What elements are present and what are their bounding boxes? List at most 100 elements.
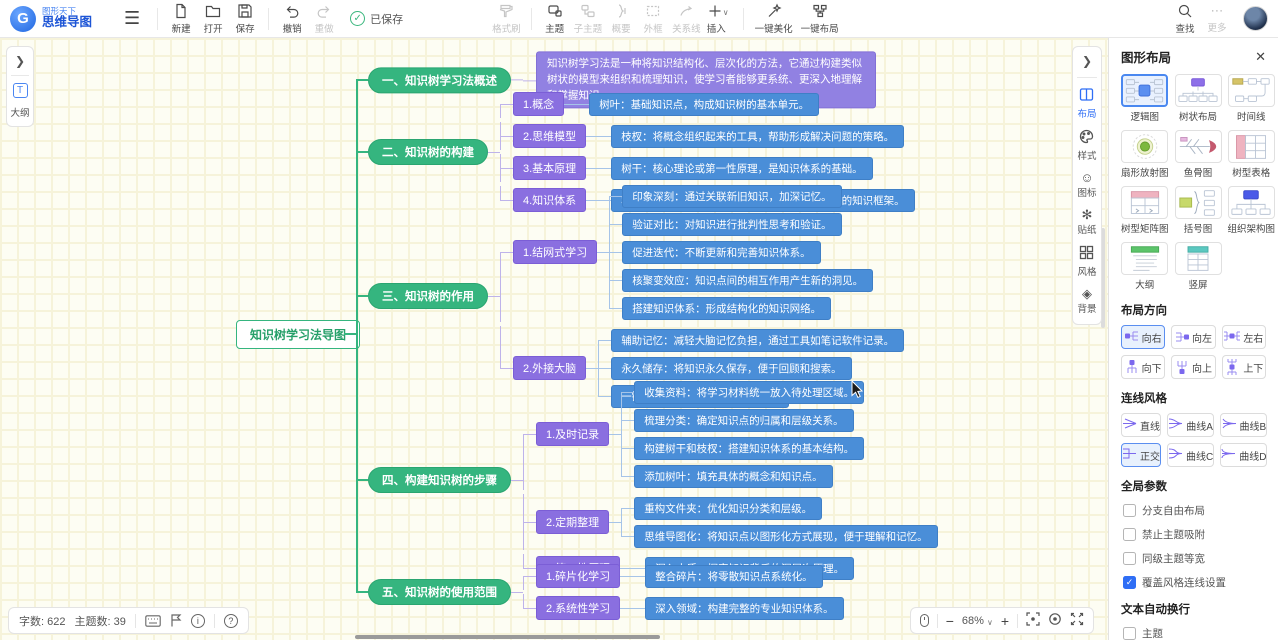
leaf-topic-node[interactable]: 印象深刻：通过关联新旧知识，加深记忆。 (622, 185, 842, 208)
checkbox[interactable] (1123, 504, 1136, 517)
line-straight-button[interactable]: 直线 (1121, 413, 1161, 437)
leaf-topic-node[interactable]: 搭建知识体系：形成结构化的知识网络。 (622, 297, 831, 320)
more-button[interactable]: ⋯ 更多 (1201, 4, 1233, 34)
leaf-topic-node[interactable]: 深入领域：构建完整的专业知识体系。 (645, 597, 844, 620)
checkbox-free-branch-layout[interactable]: 分支自由布局 (1123, 503, 1266, 518)
leaf-topic-node[interactable]: 树叶：基础知识点，构成知识树的基本单元。 (589, 93, 819, 116)
direction-down-button[interactable]: 向下 (1121, 355, 1165, 379)
sub-topic-node[interactable]: 2.思维模型 (513, 124, 586, 148)
layout-option-logic[interactable]: 逻辑图 (1121, 74, 1169, 123)
rail-item-background[interactable]: ◈ 背景 (1077, 287, 1096, 315)
outline-text-icon[interactable]: T (13, 83, 28, 98)
auto-layout-button[interactable]: 一键布局 (797, 3, 843, 35)
checkbox-wrap-topic[interactable]: 主题 (1123, 626, 1266, 640)
layout-option-outline[interactable]: 大纲 (1121, 242, 1169, 291)
beautify-button[interactable]: 一键美化 (751, 3, 797, 35)
leaf-topic-node[interactable]: 促进迭代：不断更新和完善知识体系。 (622, 241, 821, 264)
leaf-topic-node[interactable]: 验证对比：对知识进行批判性思考和验证。 (622, 213, 842, 236)
save-button[interactable]: 保存 (229, 3, 261, 35)
layout-option-tree-table[interactable]: 树型表格 (1228, 130, 1276, 179)
expand-right-icon[interactable]: ❯ (15, 54, 25, 68)
info-icon[interactable]: i (191, 614, 205, 628)
checkbox[interactable] (1123, 552, 1136, 565)
zoom-level[interactable]: 68% (962, 615, 984, 627)
leaf-topic-node[interactable]: 重构文件夹：优化知识分类和层级。 (634, 497, 822, 520)
center-view-icon[interactable] (1048, 612, 1062, 629)
line-curve-a-button[interactable]: 曲线A (1167, 413, 1214, 437)
layout-option-vertical[interactable]: 竖屏 (1175, 242, 1222, 291)
rail-item-icons[interactable]: ☺ 图标 (1077, 171, 1096, 199)
undo-button[interactable]: 撤销 (276, 3, 308, 35)
new-button[interactable]: 新建 (165, 3, 197, 35)
insert-button[interactable]: ∨ 插入 (704, 3, 736, 35)
topic-button[interactable]: 主题 (539, 3, 571, 35)
sub-topic-node[interactable]: 3.基本原理 (513, 156, 586, 180)
direction-left-button[interactable]: 向左 (1171, 325, 1215, 349)
rail-item-stickers[interactable]: ✻ 贴纸 (1077, 208, 1096, 236)
flag-icon[interactable] (170, 614, 182, 627)
leaf-topic-node[interactable]: 辅助记忆：减轻大脑记忆负担，通过工具如笔记软件记录。 (611, 329, 904, 352)
rail-item-theme-style[interactable]: 风格 (1077, 245, 1096, 278)
fit-screen-icon[interactable] (1026, 612, 1040, 629)
keyboard-shortcuts-icon[interactable] (145, 615, 161, 627)
sub-topic-node[interactable]: 1.结网式学习 (513, 240, 597, 264)
leaf-topic-node[interactable]: 核聚变效应：知识点间的相互作用产生新的洞见。 (622, 269, 873, 292)
fullscreen-icon[interactable] (1070, 612, 1084, 629)
relation-line-button[interactable]: 关系线 (669, 3, 704, 35)
search-button[interactable]: 查找 (1169, 3, 1201, 35)
mouse-mode-icon[interactable] (920, 614, 929, 627)
direction-up-button[interactable]: 向上 (1171, 355, 1215, 379)
sub-topic-node[interactable]: 1.及时记录 (536, 422, 609, 446)
line-curve-d-button[interactable]: 曲线D (1220, 443, 1267, 467)
line-orthogonal-button[interactable]: 正交 (1121, 443, 1161, 467)
checkbox[interactable] (1123, 627, 1136, 640)
sub-topic-node[interactable]: 1.概念 (513, 92, 564, 116)
layout-option-orgchart[interactable]: 组织架构图 (1228, 186, 1276, 235)
branch-topic-node[interactable]: 三、知识树的作用 (368, 283, 488, 309)
layout-option-timeline[interactable]: 时间线 (1228, 74, 1276, 123)
layout-option-radial[interactable]: 扇形放射图 (1121, 130, 1169, 179)
checkbox-disable-topic-snap[interactable]: 禁止主题吸附 (1123, 527, 1266, 542)
leaf-topic-node[interactable]: 收集资料：将学习材料统一放入待处理区域。 (634, 381, 864, 404)
sub-topic-node[interactable]: 2.定期整理 (536, 510, 609, 534)
user-avatar[interactable] (1243, 6, 1268, 31)
direction-both-v-button[interactable]: 上下 (1222, 355, 1266, 379)
horizontal-scrollbar[interactable] (355, 635, 660, 639)
checkbox-override-line-style[interactable]: 覆盖风格连线设置 (1123, 575, 1266, 590)
zoom-out-button[interactable]: − (946, 613, 954, 629)
branch-topic-node[interactable]: 五、知识树的使用范围 (368, 579, 511, 605)
leaf-topic-node[interactable]: 构建树干和枝杈：搭建知识体系的基本结构。 (634, 437, 864, 460)
rail-item-layout[interactable]: 布局 (1077, 87, 1096, 120)
leaf-topic-node[interactable]: 枝杈：将概念组织起来的工具，帮助形成解决问题的策略。 (611, 125, 904, 148)
line-curve-b-button[interactable]: 曲线B (1220, 413, 1267, 437)
close-icon[interactable]: ✕ (1255, 49, 1266, 65)
leaf-topic-node[interactable]: 添加树叶：填充具体的概念和知识点。 (634, 465, 833, 488)
layout-option-bracket[interactable]: 括号图 (1175, 186, 1222, 235)
branch-topic-node[interactable]: 二、知识树的构建 (368, 139, 488, 165)
layout-option-tree[interactable]: 树状布局 (1175, 74, 1222, 123)
checkbox-equal-width-siblings[interactable]: 同级主题等宽 (1123, 551, 1266, 566)
checkbox-checked[interactable] (1123, 576, 1136, 589)
branch-topic-node[interactable]: 四、构建知识树的步骤 (368, 467, 511, 493)
layout-option-tree-matrix[interactable]: 树型矩阵图 (1121, 186, 1169, 235)
leaf-topic-node[interactable]: 树干：核心理论或第一性原理，是知识体系的基础。 (611, 157, 873, 180)
open-button[interactable]: 打开 (197, 3, 229, 35)
summary-button[interactable]: 概要 (605, 3, 637, 35)
subtopic-button[interactable]: 子主题 (571, 3, 606, 35)
mindmap-canvas[interactable]: 一、知识树学习法概述知识树学习法是一种将知识结构化、层次化的方法，它通过构建类似… (0, 38, 1108, 640)
chevron-down-icon[interactable]: ∨ (987, 618, 993, 627)
leaf-topic-node[interactable]: 整合碎片：将零散知识点系统化。 (645, 565, 823, 588)
direction-both-h-button[interactable]: 左右 (1222, 325, 1266, 349)
redo-button[interactable]: 重做 (308, 3, 340, 35)
frame-button[interactable]: 外框 (637, 3, 669, 35)
sub-topic-node[interactable]: 2.系统性学习 (536, 596, 620, 620)
layout-option-fishbone[interactable]: 鱼骨图 (1175, 130, 1222, 179)
sub-topic-node[interactable]: 1.碎片化学习 (536, 564, 620, 588)
format-painter-button[interactable]: 格式刷 (489, 3, 524, 35)
mindmap-root-node[interactable]: 知识树学习法导图 (236, 320, 360, 349)
line-curve-c-button[interactable]: 曲线C (1167, 443, 1214, 467)
direction-right-button[interactable]: 向右 (1121, 325, 1165, 349)
leaf-topic-node[interactable]: 思维导图化：将知识点以图形化方式展现，便于理解和记忆。 (634, 525, 938, 548)
leaf-topic-node[interactable]: 梳理分类：确定知识点的归属和层级关系。 (634, 409, 854, 432)
app-logo[interactable]: G 图形天下 思维导图 (10, 6, 122, 32)
